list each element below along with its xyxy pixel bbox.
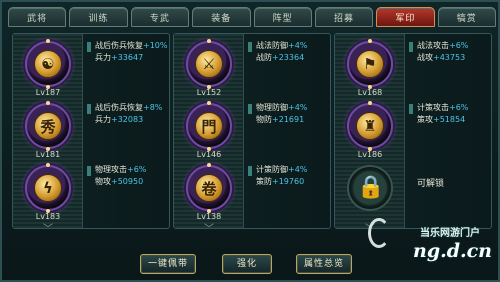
attr-name: 物理防御 bbox=[256, 103, 288, 112]
attr-value: +10% bbox=[143, 41, 168, 50]
stat-name: 兵力 bbox=[95, 53, 111, 62]
seal-slot[interactable]: 門 Lv146 物理防御+4% 物防+21691 bbox=[174, 101, 332, 166]
stat-value: +51854 bbox=[433, 115, 466, 124]
seal-attributes: 战法防御+4% 战防+23364 bbox=[248, 40, 330, 64]
seal-level: Lv186 bbox=[357, 150, 383, 159]
stat-name: 战防 bbox=[256, 53, 272, 62]
stat-name: 物攻 bbox=[95, 177, 111, 186]
tab-military-seal[interactable]: 军印 bbox=[376, 7, 435, 27]
seal-column-3: ⚑ Lv168 战法攻击+6% 战攻+43753 ♜ Lv186 计策攻击+6%… bbox=[334, 33, 493, 235]
watermark-text: 当乐网游门户 bbox=[420, 228, 480, 239]
seal-slot[interactable]: 秀 Lv181 战后伤兵恢复+8% 兵力+32083 bbox=[13, 101, 171, 166]
seal-attributes: 计策攻击+6% 策攻+51854 bbox=[409, 102, 491, 126]
tab-formation[interactable]: 阵型 bbox=[253, 7, 312, 27]
attr-value: +6% bbox=[449, 103, 469, 112]
seal-slot-locked[interactable]: 🔒 可解锁 bbox=[335, 164, 493, 228]
kanji-seal-icon: 秀 bbox=[34, 112, 62, 140]
attr-value: +4% bbox=[288, 41, 308, 50]
stat-value: +19760 bbox=[272, 177, 305, 186]
seal-level: Lv168 bbox=[357, 88, 383, 97]
seal-column-2: ⚔ Lv152 战法防御+4% 战防+23364 門 Lv146 物理防御+4%… bbox=[173, 33, 332, 235]
seal-ring[interactable]: 卷 bbox=[186, 163, 232, 213]
seal-attributes: 战后伤兵恢复+8% 兵力+32083 bbox=[87, 102, 169, 126]
tab-recruit[interactable]: 招募 bbox=[314, 7, 374, 27]
attr-name: 战后伤兵恢复 bbox=[95, 41, 143, 50]
gate-icon: 門 bbox=[195, 112, 223, 140]
seal-attributes: 战法攻击+6% 战攻+43753 bbox=[409, 40, 491, 64]
seal-level: Lv187 bbox=[35, 88, 61, 97]
attr-name: 物理攻击 bbox=[95, 165, 127, 174]
seal-level: Lv181 bbox=[35, 150, 61, 159]
tab-training[interactable]: 训练 bbox=[69, 7, 128, 27]
stat-value: +32083 bbox=[111, 115, 144, 124]
attr-value: +6% bbox=[449, 41, 469, 50]
tab-equipment[interactable]: 装备 bbox=[192, 7, 251, 27]
seal-level: Lv183 bbox=[35, 212, 61, 221]
stat-value: +43753 bbox=[433, 53, 466, 62]
seal-ring[interactable]: ⚑ bbox=[347, 39, 393, 89]
seal-ring[interactable]: 門 bbox=[186, 101, 232, 151]
tab-special-weapon[interactable]: 专武 bbox=[130, 7, 190, 27]
unlockable-label: 可解锁 bbox=[417, 179, 445, 189]
spear-flag-icon: ⚑ bbox=[356, 50, 384, 78]
seal-attributes: 物理防御+4% 物防+21691 bbox=[248, 102, 330, 126]
seal-ring[interactable]: 秀 bbox=[25, 101, 71, 151]
seal-slot[interactable]: ϟ Lv183 物理攻击+6% 物攻+50950 bbox=[13, 163, 171, 228]
stat-name: 策攻 bbox=[417, 115, 433, 124]
seal-attributes: 计策防御+4% 策防+19760 bbox=[248, 164, 330, 188]
attr-value: +4% bbox=[288, 165, 308, 174]
seal-ring[interactable]: ϟ bbox=[25, 163, 71, 213]
seal-ring[interactable]: ☯ bbox=[25, 39, 71, 89]
dialog-frame: 武将 训练 专武 装备 阵型 招募 军印 犒赏 ☯ Lv187 战后伤兵恢复+1… bbox=[0, 0, 500, 282]
lightning-icon: ϟ bbox=[34, 174, 62, 202]
upgrade-button[interactable]: 强化 bbox=[222, 254, 272, 274]
watermark-url: ng.d.cn bbox=[413, 240, 492, 262]
stat-value: +23364 bbox=[272, 53, 305, 62]
tab-reward[interactable]: 犒赏 bbox=[437, 7, 496, 27]
seal-slot[interactable]: ♜ Lv186 计策攻击+6% 策攻+51854 bbox=[335, 101, 493, 166]
attr-value: +4% bbox=[288, 103, 308, 112]
scroll-icon: 卷 bbox=[195, 174, 223, 202]
seal-ring[interactable]: ♜ bbox=[347, 101, 393, 151]
stat-value: +50950 bbox=[111, 177, 144, 186]
goblet-icon: ♜ bbox=[356, 112, 384, 140]
shield-sword-icon: ☯ bbox=[34, 50, 62, 78]
attr-value: +8% bbox=[143, 103, 163, 112]
chevron-down-icon: ﹀ bbox=[204, 224, 214, 235]
seal-slot[interactable]: ☯ Lv187 战后伤兵恢复+10% 兵力+33647 bbox=[13, 39, 171, 104]
locked-seal-ring[interactable]: 🔒 bbox=[347, 165, 393, 211]
stat-name: 物防 bbox=[256, 115, 272, 124]
stat-value: +33647 bbox=[111, 53, 144, 62]
attr-name: 战后伤兵恢复 bbox=[95, 103, 143, 112]
attribute-summary-button[interactable]: 属性总览 bbox=[296, 254, 352, 274]
stat-name: 兵力 bbox=[95, 115, 111, 124]
attr-name: 计策攻击 bbox=[417, 103, 449, 112]
seal-level: Lv152 bbox=[196, 88, 222, 97]
stat-value: +21691 bbox=[272, 115, 305, 124]
attr-name: 战法攻击 bbox=[417, 41, 449, 50]
seal-slot[interactable]: 卷 Lv138 计策防御+4% 策防+19760 bbox=[174, 163, 332, 228]
chevron-down-icon: ﹀ bbox=[43, 224, 53, 235]
seal-column-1: ☯ Lv187 战后伤兵恢复+10% 兵力+33647 秀 Lv181 战后伤兵… bbox=[12, 33, 171, 235]
seal-attributes: 物理攻击+6% 物攻+50950 bbox=[87, 164, 169, 188]
seal-ring[interactable]: ⚔ bbox=[186, 39, 232, 89]
seal-slot[interactable]: ⚔ Lv152 战法防御+4% 战防+23364 bbox=[174, 39, 332, 104]
stat-name: 战攻 bbox=[417, 53, 433, 62]
seal-level: Lv138 bbox=[196, 212, 222, 221]
lock-icon: 🔒 bbox=[357, 175, 385, 200]
attr-name: 战法防御 bbox=[256, 41, 288, 50]
seal-level: Lv146 bbox=[196, 150, 222, 159]
tab-general[interactable]: 武将 bbox=[8, 7, 67, 27]
attr-value: +6% bbox=[127, 165, 147, 174]
seal-attributes: 战后伤兵恢复+10% 兵力+33647 bbox=[87, 40, 169, 64]
attr-name: 计策防御 bbox=[256, 165, 288, 174]
stat-name: 策防 bbox=[256, 177, 272, 186]
one-click-equip-button[interactable]: 一键佩带 bbox=[140, 254, 196, 274]
seal-slot[interactable]: ⚑ Lv168 战法攻击+6% 战攻+43753 bbox=[335, 39, 493, 104]
crossed-swords-icon: ⚔ bbox=[195, 50, 223, 78]
tab-bar: 武将 训练 专武 装备 阵型 招募 军印 犒赏 bbox=[8, 7, 496, 29]
